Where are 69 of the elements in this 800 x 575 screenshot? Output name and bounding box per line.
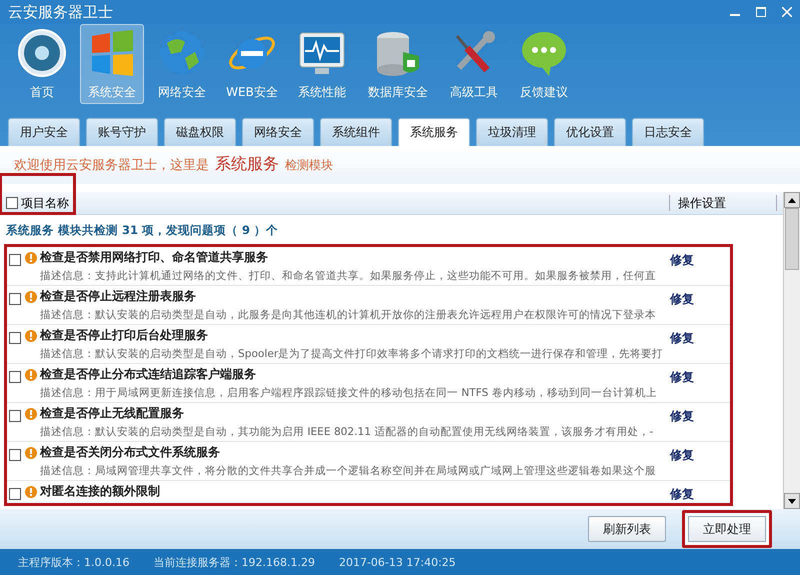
row-checkbox[interactable] — [9, 293, 21, 305]
tab[interactable]: 系统组件 — [320, 118, 392, 146]
action-button[interactable]: 立即处理 — [682, 510, 772, 548]
column-header: 操作设置 — [669, 195, 777, 211]
tab[interactable]: 垃圾清理 — [476, 118, 548, 146]
check-title: 检查是否关闭分布式文件系统服务 — [40, 444, 220, 461]
tab[interactable]: 系统服务 — [398, 118, 470, 146]
warning-icon — [25, 486, 37, 498]
nav-item[interactable]: 首页 — [10, 24, 74, 104]
row-checkbox[interactable] — [9, 254, 21, 266]
check-title: 对匿名连接的额外限制 — [40, 483, 160, 500]
check-description: 描述信息：默认安装的启动类型是自动，此服务是向其他连机的计算机开放你的注册表允许远程用户在权限许可的情况下登录本 — [39, 308, 657, 322]
module-suffix: 检测模块 — [285, 157, 333, 174]
row-checkbox[interactable] — [9, 371, 21, 383]
action-button[interactable]: 刷新列表 — [588, 516, 666, 542]
check-title: 检查是否停止分布式连结追踪客户端服务 — [40, 366, 256, 383]
warning-icon — [25, 252, 37, 264]
row-checkbox[interactable] — [9, 410, 21, 422]
check-title: 检查是否停止打印后台处理服务 — [40, 327, 208, 344]
status-text: 2017-06-13 17:40:25 — [338, 556, 456, 568]
tab[interactable]: 用户安全 — [8, 118, 80, 146]
fix-link[interactable]: 修复 — [670, 447, 730, 464]
check-title: 检查是否禁用网络打印、命名管道共享服务 — [40, 249, 268, 266]
module-name: 系统服务 — [215, 154, 279, 175]
warning-icon — [25, 408, 37, 420]
warning-icon — [25, 368, 37, 380]
check-description: 描述信息：默认安装的启动类型是自动，其功能为启用 IEEE 802.11 适配器的自动配置使用无线网络装置，该服务才有用处，- — [39, 425, 654, 439]
fix-link[interactable]: 修复 — [670, 369, 730, 386]
scroll-up-icon[interactable] — [788, 198, 796, 202]
maximize-icon[interactable] — [756, 7, 766, 17]
window-title: 云安服务器卫士 — [8, 2, 113, 22]
tab[interactable]: 网络安全 — [242, 118, 314, 146]
fix-link[interactable]: 修复 — [670, 486, 730, 503]
nav-item[interactable]: 网络安全 — [150, 24, 214, 104]
column-header[interactable]: 项目名称 — [0, 174, 75, 214]
row-checkbox[interactable] — [9, 488, 21, 500]
tab[interactable]: 日志安全 — [632, 118, 704, 146]
check-title: 检查是否停止无线配置服务 — [40, 405, 184, 422]
warning-icon — [25, 290, 37, 302]
summary-text: 系统服务 模块共检测 31 项，发现问题项（ 9 ）个 — [5, 222, 280, 239]
check-title: 检查是否停止远程注册表服务 — [40, 288, 196, 305]
check-description: 描述信息：局域网管理共享文件，将分散的文件共享合并成一个逻辑名称空间并在局域网或广域网上管理这些逻辑卷如果这个服 — [39, 464, 657, 478]
row-checkbox[interactable] — [9, 332, 21, 344]
close-icon[interactable] — [782, 7, 792, 17]
welcome-text: 欢迎使用云安服务器卫士，这里是 — [14, 157, 209, 174]
warning-icon — [25, 446, 37, 458]
select-all-checkbox[interactable] — [6, 197, 18, 209]
nav-item[interactable]: 反馈建议 — [512, 24, 576, 104]
check-description: 描述信息：默认安装的启动类型是自动，Spooler是为了提高文件打印效率将多个请求打印的文档统一进行保存和管理，先将要打 — [39, 347, 664, 361]
fix-link[interactable]: 修复 — [670, 330, 730, 347]
fix-link[interactable]: 修复 — [670, 252, 730, 269]
scroll-thumb[interactable] — [785, 208, 799, 270]
scrollbar[interactable] — [783, 192, 800, 509]
check-description: 描述信息：用于局域网更新连接信息，启用客户端程序跟踪链接文件的移动包括在同一 NTFS 卷内移动，移动到同一台计算机上 — [39, 386, 658, 400]
warning-icon — [25, 330, 37, 342]
tab[interactable]: 优化设置 — [554, 118, 626, 146]
nav-item[interactable]: 高级工具 — [442, 24, 506, 104]
fix-link[interactable]: 修复 — [670, 408, 730, 425]
tab[interactable]: 磁盘权限 — [164, 118, 236, 146]
check-description: 描述信息：支持此计算机通过网络的文件、打印、和命名管道共享。如果服务停止，这些功能不可用。如果服务被禁用，任何直 — [39, 269, 657, 283]
tab[interactable]: 账号守护 — [86, 118, 158, 146]
nav-item[interactable]: 系统性能 — [290, 24, 354, 104]
fix-link[interactable]: 修复 — [670, 291, 730, 308]
status-text: 当前连接服务器：192.168.1.29 — [153, 554, 315, 570]
status-text: 主程序版本：1.0.0.16 — [18, 554, 130, 570]
row-checkbox[interactable] — [9, 449, 21, 461]
nav-item[interactable]: 数据库安全 — [360, 24, 436, 104]
nav-item[interactable]: WEB安全 — [220, 24, 284, 104]
scroll-down-icon[interactable] — [788, 498, 796, 504]
